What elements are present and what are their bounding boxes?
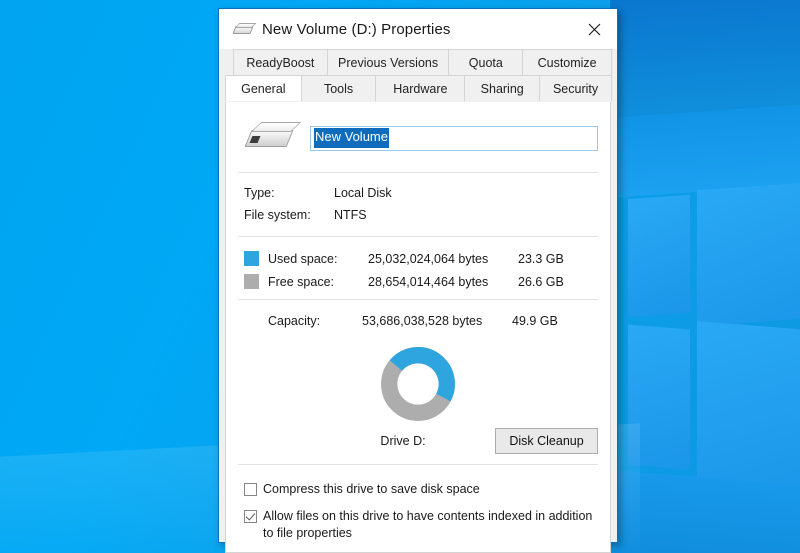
tab-quota[interactable]: Quota <box>448 49 523 75</box>
wallpaper-band-top <box>610 0 800 122</box>
tab-row-primary: General Tools Hardware Sharing Security <box>225 75 611 101</box>
capacity-row: Capacity: 53,686,038,528 bytes 49.9 GB <box>268 310 598 332</box>
wallpaper-logo-pane-bottom-right <box>697 321 800 493</box>
tab-readyboost[interactable]: ReadyBoost <box>233 49 328 75</box>
capacity-gb: 49.9 GB <box>512 314 598 328</box>
wallpaper-band-bottom <box>610 470 800 553</box>
close-icon[interactable] <box>571 9 617 49</box>
window-title: New Volume (D:) Properties <box>262 21 451 38</box>
type-value: Local Disk <box>334 186 598 200</box>
used-space-label: Used space: <box>268 252 368 266</box>
tab-general[interactable]: General <box>225 75 302 101</box>
index-contents-option[interactable]: Allow files on this drive to have conten… <box>244 508 598 542</box>
tab-customize[interactable]: Customize <box>522 49 612 75</box>
donut-chart-svg <box>380 346 456 422</box>
used-space-row: Used space: 25,032,024,064 bytes 23.3 GB <box>244 247 598 270</box>
wallpaper-logo-pane-bottom-left <box>628 325 690 470</box>
tab-sharing[interactable]: Sharing <box>464 75 540 101</box>
compress-drive-checkbox[interactable] <box>244 483 257 496</box>
tab-hardware[interactable]: Hardware <box>375 75 465 101</box>
index-contents-checkbox[interactable] <box>244 510 257 523</box>
capacity-block: Capacity: 53,686,038,528 bytes 49.9 GB <box>238 300 598 340</box>
tab-row-secondary: ReadyBoost Previous Versions Quota Custo… <box>225 49 611 75</box>
hard-drive-icon <box>232 22 254 36</box>
options-block: Compress this drive to save disk space A… <box>238 465 598 542</box>
tab-tools[interactable]: Tools <box>301 75 377 101</box>
compress-drive-option[interactable]: Compress this drive to save disk space <box>244 481 598 498</box>
filesystem-value: NTFS <box>334 208 598 222</box>
free-space-label: Free space: <box>268 275 368 289</box>
free-space-gb: 26.6 GB <box>518 275 598 289</box>
filesystem-row: File system: NTFS <box>244 204 598 226</box>
drive-properties-dialog: New Volume (D:) Properties ReadyBoost Pr… <box>218 8 618 543</box>
type-row: Type: Local Disk <box>244 182 598 204</box>
tab-strip: ReadyBoost Previous Versions Quota Custo… <box>219 49 617 102</box>
title-bar: New Volume (D:) Properties <box>219 9 617 49</box>
index-contents-label: Allow files on this drive to have conten… <box>263 508 593 542</box>
drive-actions-row: Drive D: Disk Cleanup <box>238 422 598 464</box>
desktop-wallpaper: New Volume (D:) Properties ReadyBoost Pr… <box>0 0 800 553</box>
volume-name-input[interactable]: New Volume <box>310 126 598 151</box>
type-label: Type: <box>244 186 334 200</box>
free-space-color-swatch <box>244 274 259 289</box>
donut-segment-used <box>380 346 456 422</box>
space-usage-block: Used space: 25,032,024,064 bytes 23.3 GB… <box>238 237 598 299</box>
disk-cleanup-button[interactable]: Disk Cleanup <box>495 428 598 454</box>
wallpaper-logo-pane-top-left <box>628 195 690 317</box>
used-space-bytes: 25,032,024,064 bytes <box>368 252 518 266</box>
wallpaper-logo-pane-top-right <box>697 180 800 326</box>
volume-name-row: New Volume <box>238 102 598 172</box>
free-space-row: Free space: 28,654,014,464 bytes 26.6 GB <box>244 270 598 293</box>
tab-security[interactable]: Security <box>539 75 612 101</box>
capacity-bytes: 53,686,038,528 bytes <box>362 314 512 328</box>
drive-info-block: Type: Local Disk File system: NTFS <box>238 173 598 236</box>
volume-name-value: New Volume <box>314 128 389 147</box>
tab-previous-versions[interactable]: Previous Versions <box>327 49 450 75</box>
capacity-label: Capacity: <box>268 314 362 328</box>
compress-drive-label: Compress this drive to save disk space <box>263 481 480 498</box>
disk-usage-donut-chart <box>238 340 598 422</box>
general-tab-panel: New Volume Type: Local Disk File system:… <box>225 102 611 553</box>
hard-drive-icon <box>244 118 300 158</box>
used-space-color-swatch <box>244 251 259 266</box>
filesystem-label: File system: <box>244 208 334 222</box>
free-space-bytes: 28,654,014,464 bytes <box>368 275 518 289</box>
wallpaper-band-mid <box>610 101 800 198</box>
used-space-gb: 23.3 GB <box>518 252 598 266</box>
